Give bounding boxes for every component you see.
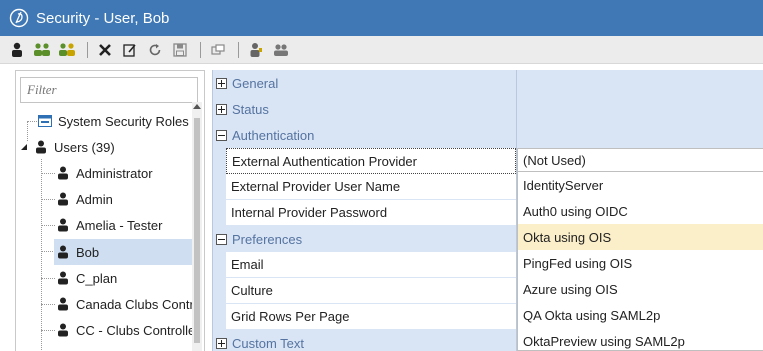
category-label: Status: [232, 101, 269, 117]
user-icon: [56, 245, 70, 259]
user-icon: [56, 218, 70, 232]
tree-item-user[interactable]: Amelia - Tester: [56, 212, 162, 238]
category-label: General: [232, 75, 279, 91]
security-tree-panel: System Security Roles Users (39) Adminis…: [15, 70, 205, 351]
selected-value: (Not Used): [523, 152, 586, 168]
dropdown-option-highlighted[interactable]: Okta using OIS: [518, 224, 763, 250]
tree-item-user-selected[interactable]: Bob: [54, 239, 194, 265]
title-bar: Security - User, Bob: [0, 0, 763, 36]
tree-item-user[interactable]: Canada Clubs Contrc: [56, 291, 200, 317]
user-icon: [56, 271, 70, 285]
authentication-provider-select[interactable]: (Not Used): [517, 148, 763, 172]
tree-item-user[interactable]: Administrator: [56, 160, 153, 186]
tree-item-label: Admin: [76, 191, 113, 207]
toolbar-separator: [200, 41, 201, 58]
property-label: Culture: [231, 283, 273, 298]
user-icon[interactable]: [6, 39, 28, 61]
scroll-thumb[interactable]: [194, 118, 200, 343]
property-internal-provider-password[interactable]: Internal Provider Password: [226, 200, 516, 226]
tree-item-users[interactable]: Users (39): [20, 134, 115, 160]
property-label: Email: [231, 257, 264, 272]
category-label: Preferences: [232, 231, 303, 247]
expand-icon[interactable]: [216, 77, 227, 89]
dropdown-option[interactable]: IdentityServer: [518, 172, 763, 198]
user-icon: [56, 323, 70, 337]
tree-item-label: Canada Clubs Contrc: [76, 296, 201, 312]
property-label: Internal Provider Password: [231, 205, 388, 220]
category-preferences[interactable]: Preferences: [213, 226, 302, 252]
expand-icon[interactable]: [216, 103, 227, 115]
tree-item-label: Users (39): [54, 139, 115, 155]
tree-item-label: System Security Roles: [58, 113, 189, 129]
tree-scrollbar[interactable]: [192, 102, 202, 351]
dropdown-option[interactable]: Azure using OIS: [518, 276, 763, 302]
scroll-up-arrow-icon[interactable]: [193, 104, 201, 109]
dropdown-option[interactable]: OktaPreview using SAML2p: [518, 328, 763, 351]
dropdown-option[interactable]: QA Okta using SAML2p: [518, 302, 763, 328]
expanded-arrow-icon: [20, 140, 28, 154]
property-label: External Authentication Provider: [232, 153, 417, 169]
expand-icon[interactable]: [216, 337, 227, 349]
property-external-provider-user-name[interactable]: External Provider User Name: [226, 174, 516, 200]
tree-item-label: Administrator: [76, 165, 153, 181]
tree-item-system-security-roles[interactable]: System Security Roles: [38, 108, 189, 134]
tree-item-user[interactable]: Admin: [56, 186, 113, 212]
edit-icon[interactable]: [119, 39, 141, 61]
tree-item-user[interactable]: C_plan: [56, 265, 117, 291]
tree-filter-input[interactable]: [20, 77, 198, 103]
toolbar: [0, 36, 763, 64]
property-label: External Provider User Name: [231, 179, 401, 194]
collapse-icon[interactable]: [216, 233, 227, 245]
property-email[interactable]: Email: [226, 252, 516, 278]
category-authentication[interactable]: Authentication: [213, 122, 314, 148]
dropdown-option[interactable]: PingFed using OIS: [518, 250, 763, 276]
refresh-icon[interactable]: [144, 39, 166, 61]
users-icon[interactable]: [270, 39, 292, 61]
dropdown-option[interactable]: Auth0 using OIDC: [518, 198, 763, 224]
add-group-icon[interactable]: [56, 39, 78, 61]
tree-item-label: Bob: [76, 244, 100, 260]
property-external-authentication-provider[interactable]: External Authentication Provider: [226, 148, 516, 174]
tree-item-label: CC - Clubs Controller: [76, 322, 200, 338]
category-status[interactable]: Status: [213, 96, 269, 122]
tree-item-label: C_plan: [76, 270, 118, 286]
roles-icon: [38, 114, 52, 128]
property-label: Grid Rows Per Page: [231, 309, 350, 324]
property-grid-rows-per-page[interactable]: Grid Rows Per Page: [226, 304, 516, 330]
tree-item-label: Amelia - Tester: [76, 217, 163, 233]
user-icon: [56, 192, 70, 206]
user-icon: [56, 166, 70, 180]
window-title: Security - User, Bob: [36, 9, 170, 27]
app-logo-icon: [8, 7, 30, 29]
category-custom-text[interactable]: Custom Text: [213, 330, 304, 351]
user-icon: [34, 140, 48, 154]
window-icon[interactable]: [207, 39, 229, 61]
tree-item-user[interactable]: CC - Clubs Controller: [56, 317, 200, 343]
category-label: Authentication: [232, 127, 315, 143]
toolbar-separator: [238, 41, 239, 58]
category-label: Custom Text: [232, 335, 305, 351]
toolbar-separator: [87, 41, 88, 58]
user-icon: [56, 297, 70, 311]
user-security-icon[interactable]: [245, 39, 267, 61]
group-icon[interactable]: [31, 39, 53, 61]
save-icon[interactable]: [169, 39, 191, 61]
property-culture[interactable]: Culture: [226, 278, 516, 304]
authentication-provider-dropdown: IdentityServer Auth0 using OIDC Okta usi…: [517, 172, 763, 351]
collapse-icon[interactable]: [216, 129, 227, 141]
delete-icon[interactable]: [94, 39, 116, 61]
category-general[interactable]: General: [213, 70, 278, 96]
property-grid: General Status Authentication External A…: [212, 70, 763, 351]
